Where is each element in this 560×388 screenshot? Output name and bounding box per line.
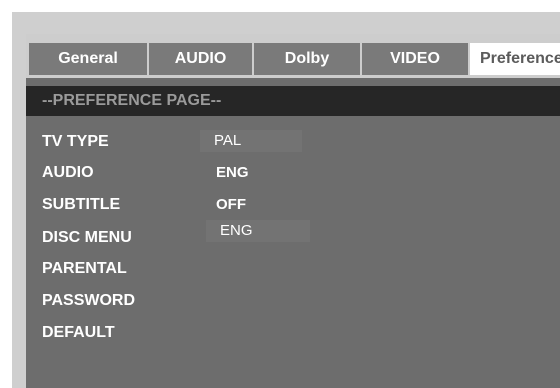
- dvd-setup-screen: General AUDIO Dolby VIDEO Preference --P…: [12, 12, 560, 388]
- setting-value-tv-type[interactable]: PAL: [214, 131, 241, 151]
- tab-audio[interactable]: AUDIO: [149, 43, 252, 75]
- setting-label-tv-type[interactable]: TV TYPE: [42, 132, 109, 152]
- setup-menu-panel: General AUDIO Dolby VIDEO Preference --P…: [26, 34, 560, 388]
- tab-preference[interactable]: Preference: [470, 43, 560, 75]
- setting-label-subtitle[interactable]: SUBTITLE: [42, 195, 120, 215]
- setting-value-subtitle[interactable]: OFF: [216, 195, 246, 215]
- setting-label-audio[interactable]: AUDIO: [42, 163, 94, 183]
- page-title: --PREFERENCE PAGE--: [26, 86, 560, 116]
- setting-label-parental[interactable]: PARENTAL: [42, 259, 127, 279]
- tab-bar: General AUDIO Dolby VIDEO Preference: [26, 34, 560, 78]
- tab-general[interactable]: General: [29, 43, 147, 75]
- setting-label-disc-menu[interactable]: DISC MENU: [42, 228, 132, 248]
- tab-dolby[interactable]: Dolby: [254, 43, 360, 75]
- tab-video[interactable]: VIDEO: [362, 43, 468, 75]
- setting-label-default[interactable]: DEFAULT: [42, 323, 115, 343]
- setting-value-disc-menu[interactable]: ENG: [220, 221, 253, 241]
- setting-label-password[interactable]: PASSWORD: [42, 291, 135, 311]
- setting-value-audio[interactable]: ENG: [216, 163, 249, 183]
